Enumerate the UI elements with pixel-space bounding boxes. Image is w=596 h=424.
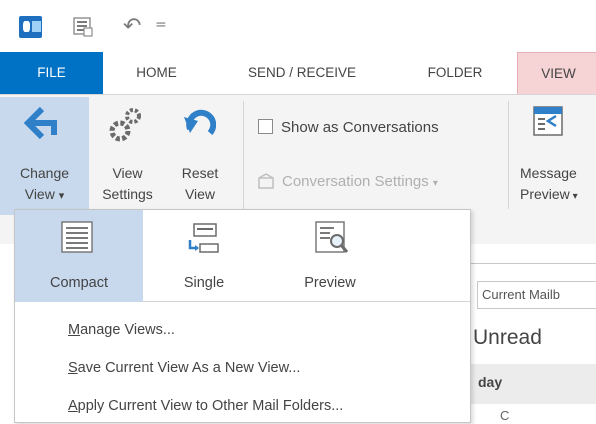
chevron-down-icon: ▾ — [58, 190, 65, 202]
show-as-conversations-checkbox[interactable]: Show as Conversations — [258, 117, 439, 141]
view-gallery: Compact Single Preview — [15, 210, 470, 302]
tab-folder[interactable]: FOLDER — [405, 52, 505, 94]
unread-filter[interactable]: Unread — [473, 326, 596, 350]
view-option-single[interactable]: Single — [145, 210, 263, 302]
save-current-view-item[interactable]: Save Current View As a New View... — [15, 350, 470, 386]
checkbox-icon[interactable] — [258, 119, 273, 134]
view-option-compact[interactable]: Compact — [15, 210, 143, 302]
ribbon-tabs: FILE HOME SEND / RECEIVE FOLDER VIEW — [0, 52, 596, 94]
change-view-icon — [23, 106, 57, 140]
manage-views-item[interactable]: Manage Views... — [15, 312, 470, 348]
view-settings-button[interactable]: View Settings — [90, 97, 165, 215]
change-view-label: Change — [19, 165, 70, 181]
tab-home[interactable]: HOME — [105, 52, 208, 94]
message-preview-icon — [533, 106, 563, 136]
chevron-down-icon: ▾ — [569, 191, 578, 202]
undo-icon[interactable]: ↶ — [123, 16, 141, 38]
message-preview-button[interactable]: Message Preview ▾ — [516, 97, 596, 215]
reset-view-button[interactable]: Reset View — [170, 97, 230, 215]
today-group-header[interactable]: day — [471, 364, 596, 404]
divider — [470, 263, 596, 264]
conversation-settings-icon — [258, 173, 274, 189]
view-option-preview[interactable]: Preview — [271, 210, 389, 302]
tab-view[interactable]: VIEW — [517, 52, 596, 94]
preview-view-icon — [315, 221, 349, 253]
chevron-down-icon: ▾ — [432, 178, 438, 189]
send-receive-icon[interactable] — [72, 16, 94, 38]
conversation-settings-button[interactable]: Conversation Settings ▾ — [258, 171, 438, 195]
single-view-icon — [188, 223, 219, 253]
tab-file[interactable]: FILE — [0, 52, 103, 94]
gear-icon — [109, 108, 141, 142]
search-scope-dropdown[interactable]: Current Mailb — [477, 281, 596, 309]
ribbon-separator — [508, 101, 509, 209]
customize-icon[interactable]: = — [155, 17, 167, 33]
apply-current-view-item[interactable]: Apply Current View to Other Mail Folders… — [15, 388, 470, 424]
partial-text: C — [500, 408, 510, 423]
change-view-button[interactable]: Change View ▾ — [0, 97, 89, 215]
quick-access-toolbar: ↶ = — [0, 0, 596, 52]
tab-send-receive[interactable]: SEND / RECEIVE — [222, 52, 382, 94]
compact-view-icon — [61, 221, 93, 253]
reset-icon — [184, 109, 216, 136]
ribbon-separator — [243, 101, 244, 209]
change-view-menu: Compact Single Preview Manage Views... S… — [14, 209, 471, 423]
outlook-icon[interactable] — [19, 16, 42, 38]
